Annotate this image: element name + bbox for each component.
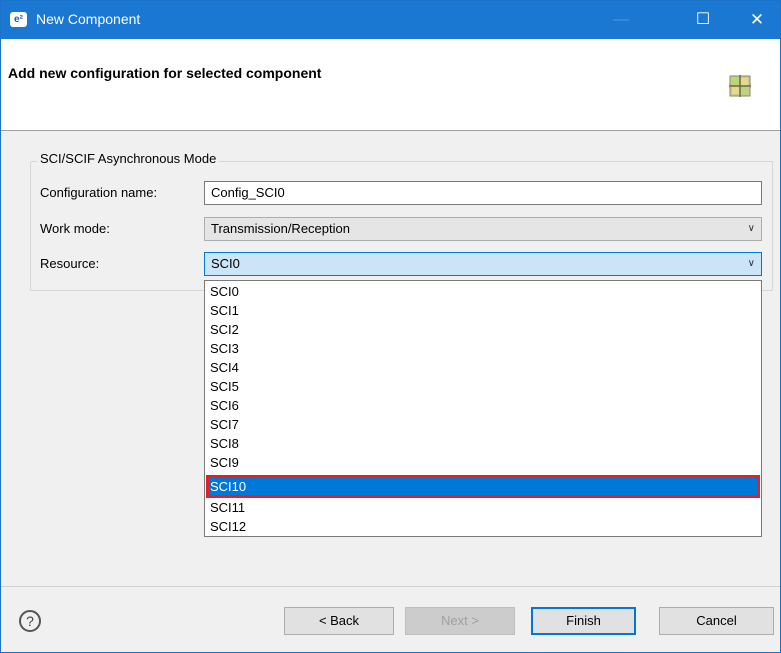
work-mode-value: Transmission/Reception	[211, 221, 350, 236]
dropdown-option-sci11[interactable]: SCI11	[208, 498, 758, 517]
resource-dropdown-list: SCI0 SCI1 SCI2 SCI3 SCI4 SCI5 SCI6 SCI7 …	[204, 280, 762, 537]
component-icon	[729, 75, 751, 97]
resource-value: SCI0	[211, 256, 240, 271]
config-name-field[interactable]: Config_SCI0	[204, 181, 762, 205]
minimize-icon[interactable]: —	[598, 1, 644, 39]
footer-separator	[1, 586, 780, 587]
new-component-dialog: e² New Component — ☐ ✕ Add new configura…	[0, 0, 781, 653]
app-icon: e²	[10, 12, 27, 27]
dropdown-option-sci1[interactable]: SCI1	[208, 301, 758, 320]
config-name-label: Configuration name:	[40, 185, 158, 200]
dropdown-option-sci6[interactable]: SCI6	[208, 396, 758, 415]
group-legend: SCI/SCIF Asynchronous Mode	[37, 151, 220, 166]
help-icon[interactable]: ?	[19, 610, 41, 632]
chevron-down-icon: ∨	[747, 258, 755, 269]
next-button[interactable]: Next >	[405, 607, 515, 635]
config-name-value: Config_SCI0	[211, 185, 285, 200]
dropdown-option-sci0[interactable]: SCI0	[208, 282, 758, 301]
dropdown-option-sci7[interactable]: SCI7	[208, 415, 758, 434]
work-mode-select[interactable]: Transmission/Reception ∨	[204, 217, 762, 241]
dropdown-option-sci2[interactable]: SCI2	[208, 320, 758, 339]
dropdown-option-sci8[interactable]: SCI8	[208, 434, 758, 453]
dropdown-option-sci12[interactable]: SCI12	[208, 517, 758, 536]
dropdown-option-sci10[interactable]: SCI10	[206, 475, 760, 498]
dropdown-option-sci5[interactable]: SCI5	[208, 377, 758, 396]
chevron-down-icon: ∨	[747, 223, 755, 234]
dropdown-option-sci3[interactable]: SCI3	[208, 339, 758, 358]
back-button[interactable]: < Back	[284, 607, 394, 635]
close-icon[interactable]: ✕	[734, 1, 780, 39]
dropdown-option-sci9[interactable]: SCI9	[208, 453, 758, 472]
resource-label: Resource:	[40, 256, 100, 271]
title-bar[interactable]: e² New Component — ☐ ✕	[1, 1, 780, 39]
finish-button[interactable]: Finish	[531, 607, 636, 635]
window-title: New Component	[36, 11, 141, 27]
dropdown-option-sci4[interactable]: SCI4	[208, 358, 758, 377]
page-title: Add new configuration for selected compo…	[8, 65, 322, 81]
wizard-header: Add new configuration for selected compo…	[1, 39, 780, 131]
cancel-button[interactable]: Cancel	[659, 607, 774, 635]
resource-select[interactable]: SCI0 ∨	[204, 252, 762, 276]
maximize-icon[interactable]: ☐	[680, 1, 726, 39]
work-mode-label: Work mode:	[40, 221, 110, 236]
